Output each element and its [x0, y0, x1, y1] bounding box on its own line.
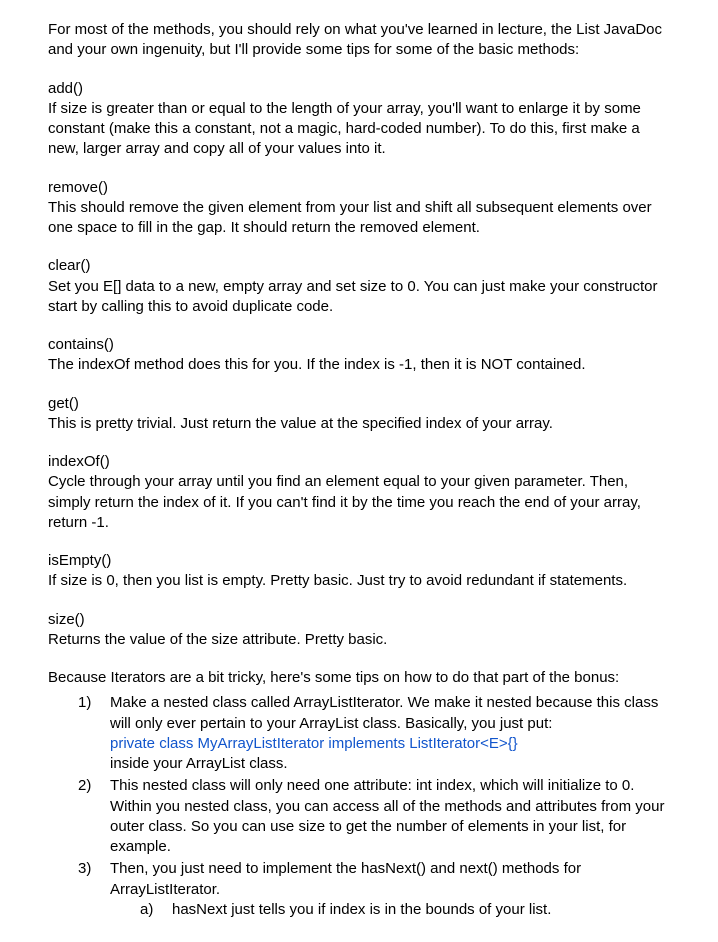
- method-indexof: indexOf() Cycle through your array until…: [48, 452, 670, 533]
- iterator-section: Because Iterators are a bit tricky, here…: [48, 668, 670, 920]
- method-desc-contains: The indexOf method does this for you. If…: [48, 356, 586, 373]
- list-num: 1): [78, 693, 91, 713]
- method-remove: remove() This should remove the given el…: [48, 178, 670, 239]
- list-item: 2) This nested class will only need one …: [78, 776, 670, 857]
- intro-text: For most of the methods, you should rely…: [48, 20, 670, 61]
- method-desc-isempty: If size is 0, then you list is empty. Pr…: [48, 572, 627, 589]
- method-size: size() Returns the value of the size att…: [48, 610, 670, 651]
- list-num: 3): [78, 859, 91, 879]
- list-text: This nested class will only need one att…: [110, 777, 664, 855]
- method-name-remove: remove(): [48, 178, 670, 198]
- method-clear: clear() Set you E[] data to a new, empty…: [48, 256, 670, 317]
- method-name-get: get(): [48, 394, 670, 414]
- method-name-indexof: indexOf(): [48, 452, 670, 472]
- list-text-after: inside your ArrayList class.: [110, 755, 288, 772]
- method-add: add() If size is greater than or equal t…: [48, 79, 670, 160]
- method-desc-add: If size is greater than or equal to the …: [48, 100, 641, 158]
- iterator-intro: Because Iterators are a bit tricky, here…: [48, 668, 670, 688]
- method-name-isempty: isEmpty(): [48, 551, 670, 571]
- list-item: a) hasNext just tells you if index is in…: [140, 900, 670, 920]
- iterator-sublist: a) hasNext just tells you if index is in…: [110, 900, 670, 920]
- method-name-add: add(): [48, 79, 670, 99]
- method-contains: contains() The indexOf method does this …: [48, 335, 670, 376]
- list-text: hasNext just tells you if index is in th…: [172, 901, 551, 918]
- list-text: Make a nested class called ArrayListIter…: [110, 694, 658, 731]
- intro-paragraph: For most of the methods, you should rely…: [48, 20, 670, 61]
- list-num: 2): [78, 776, 91, 796]
- method-desc-indexof: Cycle through your array until you find …: [48, 473, 641, 531]
- method-name-clear: clear(): [48, 256, 670, 276]
- method-isempty: isEmpty() If size is 0, then you list is…: [48, 551, 670, 592]
- list-item: 1) Make a nested class called ArrayListI…: [78, 693, 670, 774]
- method-desc-remove: This should remove the given element fro…: [48, 199, 652, 236]
- list-text: Then, you just need to implement the has…: [110, 860, 581, 897]
- iterator-list: 1) Make a nested class called ArrayListI…: [48, 693, 670, 920]
- method-name-contains: contains(): [48, 335, 670, 355]
- code-snippet: private class MyArrayListIterator implem…: [110, 735, 518, 752]
- method-desc-clear: Set you E[] data to a new, empty array a…: [48, 278, 658, 315]
- list-num: a): [140, 900, 153, 920]
- method-get: get() This is pretty trivial. Just retur…: [48, 394, 670, 435]
- list-item: 3) Then, you just need to implement the …: [78, 859, 670, 920]
- method-desc-get: This is pretty trivial. Just return the …: [48, 415, 553, 432]
- method-name-size: size(): [48, 610, 670, 630]
- method-desc-size: Returns the value of the size attribute.…: [48, 631, 387, 648]
